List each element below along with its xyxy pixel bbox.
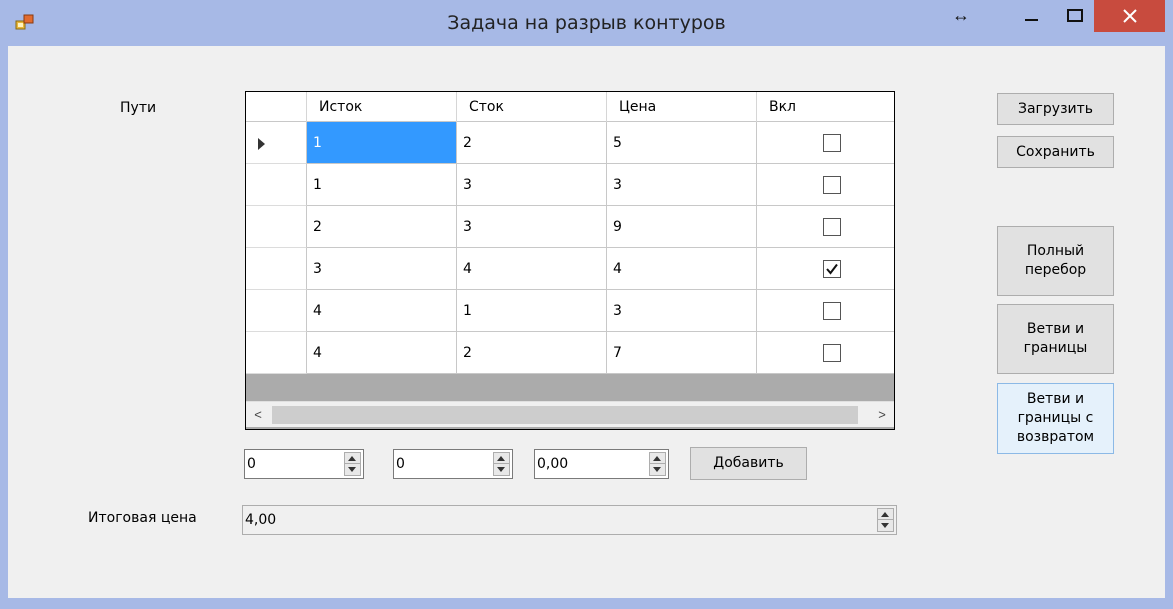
- stepper-buttons[interactable]: [877, 508, 894, 532]
- scroll-left-icon[interactable]: <: [246, 402, 270, 428]
- close-icon: [1122, 9, 1137, 23]
- cell-enabled[interactable]: [757, 206, 894, 248]
- cell-sink[interactable]: 3: [457, 206, 607, 248]
- cell-price[interactable]: 5: [607, 122, 757, 164]
- table-row[interactable]: 344: [246, 248, 894, 290]
- scrollbar-thumb[interactable]: [272, 406, 858, 424]
- table-row[interactable]: 133: [246, 164, 894, 206]
- cell-price[interactable]: 3: [607, 290, 757, 332]
- checkbox-checked[interactable]: [823, 260, 841, 278]
- cell-source[interactable]: 1: [307, 164, 457, 206]
- arrow-up-icon[interactable]: [881, 512, 889, 517]
- checkbox[interactable]: [823, 134, 841, 152]
- arrow-down-icon[interactable]: [881, 523, 889, 528]
- cell-price[interactable]: 7: [607, 332, 757, 374]
- cell-price[interactable]: 4: [607, 248, 757, 290]
- arrow-up-icon[interactable]: [653, 456, 661, 461]
- column-header-enabled[interactable]: Вкл: [757, 92, 894, 122]
- cell-enabled[interactable]: [757, 332, 894, 374]
- price-stepper[interactable]: [534, 449, 669, 479]
- full-search-button[interactable]: Полный перебор: [997, 226, 1114, 296]
- title-bar: Задача на разрыв контуров ↔: [0, 0, 1173, 46]
- checkbox[interactable]: [823, 218, 841, 236]
- scroll-right-icon[interactable]: >: [870, 402, 894, 428]
- cell-source[interactable]: 4: [307, 332, 457, 374]
- arrow-up-icon[interactable]: [348, 456, 356, 461]
- cell-sink[interactable]: 2: [457, 332, 607, 374]
- source-stepper[interactable]: [244, 449, 364, 479]
- total-price-input[interactable]: [245, 508, 865, 532]
- column-header-source[interactable]: Исток: [307, 92, 457, 122]
- stepper-buttons[interactable]: [493, 452, 510, 476]
- cell-source[interactable]: 4: [307, 290, 457, 332]
- table-row[interactable]: 427: [246, 332, 894, 374]
- cell-sink[interactable]: 3: [457, 164, 607, 206]
- arrow-down-icon[interactable]: [348, 467, 356, 472]
- total-price-label: Итоговая цена: [88, 510, 197, 526]
- cell-enabled[interactable]: [757, 248, 894, 290]
- table-row[interactable]: 413: [246, 290, 894, 332]
- arrow-up-icon[interactable]: [497, 456, 505, 461]
- minimize-button[interactable]: [1013, 0, 1051, 32]
- row-header[interactable]: [246, 290, 307, 332]
- checkbox[interactable]: [823, 302, 841, 320]
- cell-sink[interactable]: 4: [457, 248, 607, 290]
- row-header[interactable]: [246, 248, 307, 290]
- column-header-price[interactable]: Цена: [607, 92, 757, 122]
- arrow-down-icon[interactable]: [653, 467, 661, 472]
- window-title: Задача на разрыв контуров: [447, 12, 726, 34]
- cell-enabled[interactable]: [757, 122, 894, 164]
- load-button[interactable]: Загрузить: [997, 93, 1114, 125]
- add-button[interactable]: Добавить: [690, 447, 807, 480]
- resize-icon[interactable]: ↔: [945, 0, 977, 32]
- branch-and-bound-button[interactable]: Ветви и границы: [997, 304, 1114, 374]
- grid-header: Исток Сток Цена Вкл: [246, 92, 894, 122]
- arrow-down-icon[interactable]: [497, 467, 505, 472]
- sink-input[interactable]: [396, 452, 486, 476]
- cell-source[interactable]: 2: [307, 206, 457, 248]
- horizontal-scrollbar[interactable]: < >: [246, 401, 894, 427]
- checkbox[interactable]: [823, 344, 841, 362]
- total-price-stepper[interactable]: [242, 505, 897, 535]
- save-button[interactable]: Сохранить: [997, 136, 1114, 168]
- sink-stepper[interactable]: [393, 449, 513, 479]
- cell-source[interactable]: 3: [307, 248, 457, 290]
- source-input[interactable]: [247, 452, 337, 476]
- row-header[interactable]: [246, 122, 307, 164]
- cell-sink[interactable]: 1: [457, 290, 607, 332]
- paths-grid[interactable]: Исток Сток Цена Вкл 125133239344413427 <…: [245, 91, 895, 430]
- check-icon: [826, 263, 838, 275]
- row-header[interactable]: [246, 164, 307, 206]
- column-header-sink[interactable]: Сток: [457, 92, 607, 122]
- branch-and-bound-backtrack-button[interactable]: Ветви и границы с возвратом: [997, 383, 1114, 454]
- cell-sink[interactable]: 2: [457, 122, 607, 164]
- row-header[interactable]: [246, 332, 307, 374]
- cell-price[interactable]: 3: [607, 164, 757, 206]
- cell-enabled[interactable]: [757, 164, 894, 206]
- cell-enabled[interactable]: [757, 290, 894, 332]
- checkbox[interactable]: [823, 176, 841, 194]
- client-area: Пути Исток Сток Цена Вкл 125133239344413…: [8, 46, 1165, 598]
- table-row[interactable]: 125: [246, 122, 894, 164]
- cell-source[interactable]: 1: [307, 122, 457, 164]
- cell-price[interactable]: 9: [607, 206, 757, 248]
- stepper-buttons[interactable]: [344, 452, 361, 476]
- close-button[interactable]: [1094, 0, 1165, 32]
- maximize-button[interactable]: [1056, 0, 1094, 32]
- paths-label: Пути: [120, 100, 157, 116]
- row-header-corner: [246, 92, 307, 122]
- current-row-icon: [258, 138, 265, 150]
- price-input[interactable]: [537, 452, 642, 476]
- row-header[interactable]: [246, 206, 307, 248]
- stepper-buttons[interactable]: [649, 452, 666, 476]
- table-row[interactable]: 239: [246, 206, 894, 248]
